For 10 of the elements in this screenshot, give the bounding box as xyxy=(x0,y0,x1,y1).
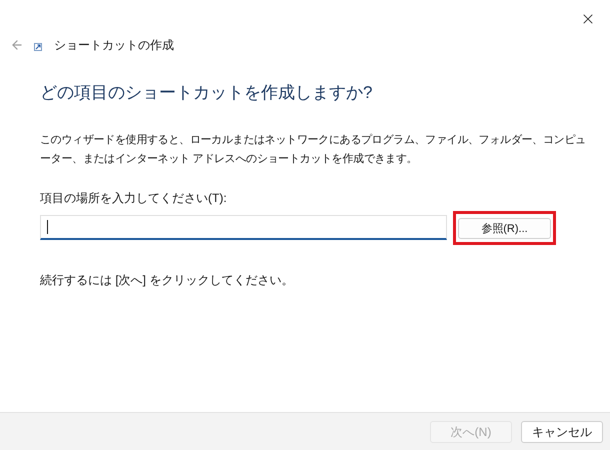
dialog-button[interactable]: キャンセル xyxy=(521,420,603,442)
description-text: このウィザードを使用すると、ローカルまたはネットワークにあるプログラム、ファイル、フォルダー、コンピューター、またはインターネット アドレスへのショートカットを作成できます。 xyxy=(40,132,587,166)
location-input[interactable] xyxy=(40,215,447,240)
text-cursor xyxy=(47,220,48,234)
shortcut-icon xyxy=(34,43,42,51)
wizard-heading: どの項目のショートカットを作成しますか? xyxy=(40,82,374,104)
hint-text: 続行するには [次へ] をクリックしてください。 xyxy=(40,272,294,288)
location-label: 項目の場所を入力してください(T): xyxy=(40,190,228,206)
browse-button[interactable]: 参照(R)... xyxy=(458,218,551,240)
window-title: ショートカットの作成 xyxy=(54,37,174,54)
